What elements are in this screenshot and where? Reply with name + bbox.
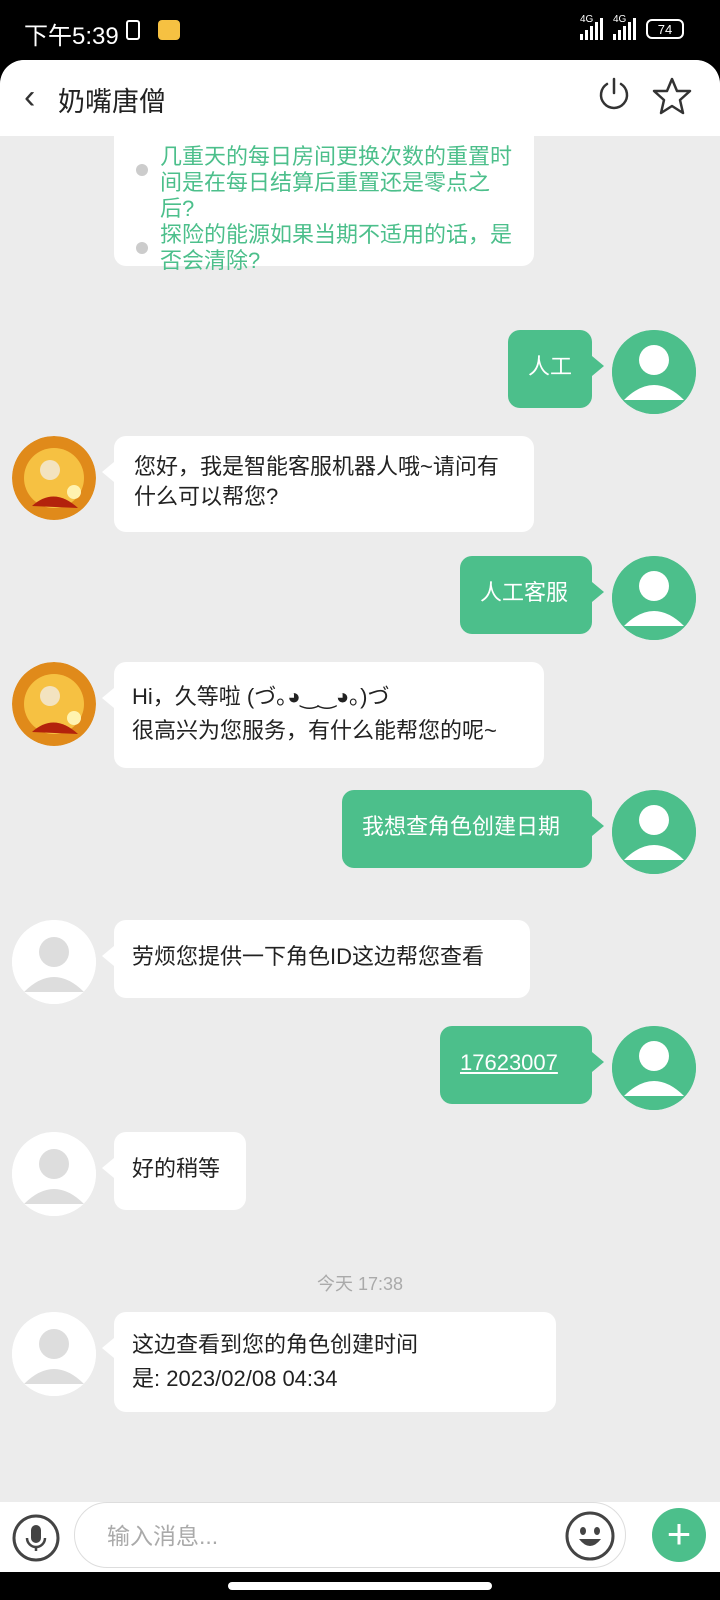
signal-icon: 4G — [613, 14, 636, 40]
bullet — [136, 164, 148, 176]
user-avatar[interactable] — [612, 556, 696, 640]
message-text: 是: 2023/02/08 04:34 — [132, 1366, 338, 1391]
faq-bubble: 几重天的每日房间更换次数的重置时间是在每日结算后重置还是零点之后? 探险的能源如… — [114, 136, 534, 273]
message-bubble-me: 人工 — [508, 330, 604, 408]
agent-avatar[interactable] — [12, 1132, 96, 1216]
battery-icon: 74 — [646, 19, 684, 39]
network-label: 4G — [580, 14, 594, 25]
message-bubble-me: 我想查角色创建日期 — [342, 790, 604, 868]
phone-icon — [126, 20, 140, 40]
message-bubble-agent: 这边查看到您的角色创建时间 是: 2023/02/08 04:34 — [102, 1312, 556, 1412]
message-text: 您好，我是智能客服机器人哦~请问有什么可以帮您? — [134, 454, 499, 509]
agent-avatar[interactable] — [12, 662, 96, 746]
message-text: 好的稍等 — [132, 1156, 221, 1181]
status-right: 4G 4G 74 — [580, 14, 684, 40]
faq-item[interactable]: 探险的能源如果当期不适用的话，是否会清除? — [160, 222, 520, 274]
message-bubble-me: 17623007 — [440, 1026, 604, 1104]
message-input[interactable] — [105, 1515, 529, 1557]
message-text: Hi，久等啦 (づ｡◕‿‿◕｡)づ — [132, 684, 390, 709]
message-bubble-agent: 劳烦您提供一下角色ID这边帮您查看 — [102, 920, 530, 998]
message-text: 这边查看到您的角色创建时间 — [132, 1332, 419, 1357]
chat-app: ‹ 奶嘴唐僧 几重天的每日房间更换次数的重置时间是在每日结算后重置还是零点之后?… — [0, 60, 720, 1572]
message-text: 很高兴为您服务，有什么能帮您的呢~ — [132, 718, 497, 743]
message-text: 我想查角色创建日期 — [362, 814, 561, 839]
add-button[interactable]: + — [652, 1508, 706, 1562]
power-icon[interactable] — [596, 76, 632, 112]
agent-avatar[interactable] — [12, 436, 96, 520]
back-icon[interactable]: ‹ — [24, 78, 35, 117]
chat-list[interactable]: 几重天的每日房间更换次数的重置时间是在每日结算后重置还是零点之后? 探险的能源如… — [0, 136, 720, 1502]
message-bubble-me: 人工客服 — [460, 556, 604, 634]
user-avatar[interactable] — [612, 330, 696, 414]
favorite-star-icon[interactable] — [652, 76, 692, 116]
faq-item[interactable]: 几重天的每日房间更换次数的重置时间是在每日结算后重置还是零点之后? — [160, 144, 520, 222]
message-text: 人工 — [528, 354, 573, 379]
message-link[interactable]: 17623007 — [460, 1050, 558, 1075]
agent-avatar[interactable] — [12, 920, 96, 1004]
page-title: 奶嘴唐僧 — [58, 87, 166, 117]
user-avatar[interactable] — [612, 790, 696, 874]
bullet — [136, 242, 148, 254]
input-bar: + — [0, 1502, 720, 1572]
microphone-icon[interactable] — [12, 1514, 60, 1562]
signal-icon: 4G — [580, 14, 603, 40]
agent-avatar[interactable] — [12, 1312, 96, 1396]
home-indicator[interactable] — [228, 1582, 492, 1590]
user-avatar[interactable] — [612, 1026, 696, 1110]
message-bubble-agent: 您好，我是智能客服机器人哦~请问有什么可以帮您? — [102, 436, 534, 532]
message-bubble-agent: 好的稍等 — [102, 1132, 246, 1210]
status-time: 下午5:39 — [24, 23, 119, 50]
network-label: 4G — [613, 14, 627, 25]
message-bubble-agent: Hi，久等啦 (づ｡◕‿‿◕｡)づ 很高兴为您服务，有什么能帮您的呢~ — [102, 662, 544, 768]
message-text: 劳烦您提供一下角色ID这边帮您查看 — [132, 944, 485, 969]
status-bar: 下午5:39 4G 4G 74 — [0, 0, 720, 60]
chat-header: ‹ 奶嘴唐僧 — [0, 60, 720, 136]
emoji-icon[interactable] — [565, 1511, 615, 1561]
system-nav-bar — [0, 1572, 720, 1600]
timestamp: 今天 17:38 — [316, 1274, 404, 1294]
message-input-box[interactable] — [74, 1502, 626, 1568]
message-text: 人工客服 — [480, 580, 569, 605]
notification-icon — [158, 20, 180, 40]
